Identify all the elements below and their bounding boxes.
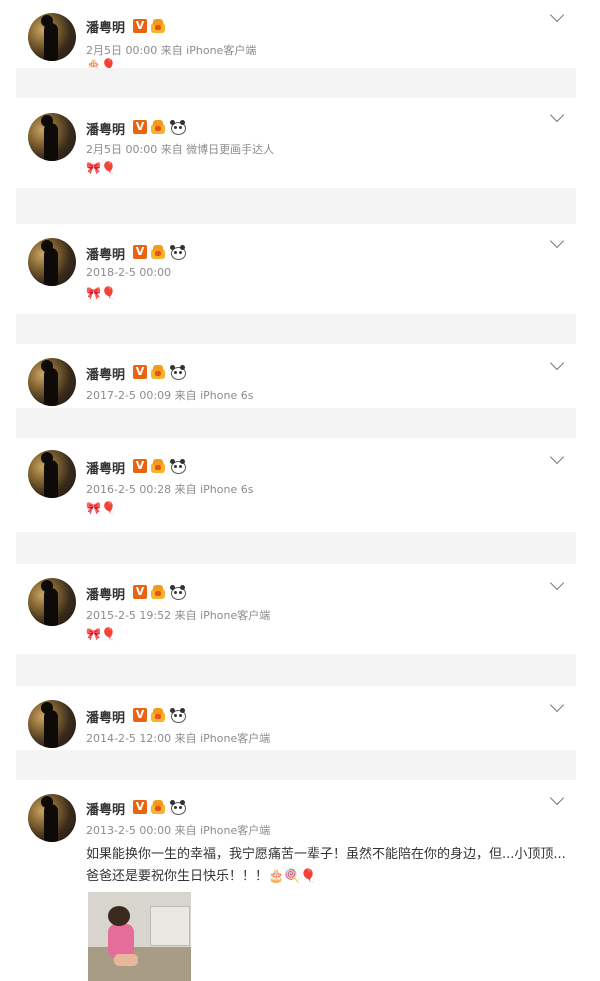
post: 潘粤明 V 2016-2-5 00:28 来自 iPhone 6s 🎀🎈 bbox=[0, 438, 600, 532]
panda-icon bbox=[169, 459, 186, 474]
crown-icon bbox=[150, 459, 166, 473]
avatar[interactable] bbox=[28, 358, 76, 406]
post-text: 如果能换你一生的幸福，我宁愿痛苦一辈子！虽然不能陪在你的身边，但...小顶顶..… bbox=[86, 847, 566, 884]
post-meta: 2月5日 00:00 来自 微博日更画手达人 bbox=[86, 143, 275, 156]
chevron-down-icon[interactable] bbox=[549, 233, 565, 249]
verified-icon: V bbox=[133, 245, 147, 259]
post: 潘粤明 V 2015-2-5 19:52 来自 iPhone客户端 🎀🎈 bbox=[0, 564, 600, 654]
crown-icon bbox=[150, 19, 166, 33]
post-text: 🎀🎈 bbox=[86, 286, 116, 300]
divider bbox=[16, 750, 576, 780]
user-name[interactable]: 潘粤明 bbox=[86, 799, 125, 818]
chevron-down-icon[interactable] bbox=[549, 107, 565, 123]
avatar[interactable] bbox=[28, 794, 76, 842]
user-name[interactable]: 潘粤明 bbox=[86, 707, 125, 726]
post-text: 🎂🎈 bbox=[86, 58, 116, 68]
avatar[interactable] bbox=[28, 13, 76, 61]
avatar[interactable] bbox=[28, 700, 76, 748]
divider bbox=[16, 314, 576, 344]
user-name[interactable]: 潘粤明 bbox=[86, 458, 125, 477]
post-text: 🎀🎈 bbox=[86, 161, 116, 175]
avatar[interactable] bbox=[28, 238, 76, 286]
divider bbox=[16, 408, 576, 438]
verified-icon: V bbox=[133, 708, 147, 722]
user-name[interactable]: 潘粤明 bbox=[86, 364, 125, 383]
chevron-down-icon[interactable] bbox=[549, 449, 565, 465]
post-meta: 2014-2-5 12:00 来自 iPhone客户端 bbox=[86, 732, 271, 745]
avatar[interactable] bbox=[28, 578, 76, 626]
chevron-down-icon[interactable] bbox=[549, 7, 565, 23]
verified-icon: V bbox=[133, 19, 147, 33]
divider bbox=[16, 68, 576, 98]
user-name[interactable]: 潘粤明 bbox=[86, 119, 125, 138]
post-text: 🎀🎈 bbox=[86, 501, 116, 515]
chevron-down-icon[interactable] bbox=[549, 355, 565, 371]
verified-icon: V bbox=[133, 365, 147, 379]
panda-icon bbox=[169, 800, 186, 815]
avatar[interactable] bbox=[28, 113, 76, 161]
divider bbox=[16, 654, 576, 686]
post-meta: 2017-2-5 00:09 来自 iPhone 6s bbox=[86, 389, 254, 402]
crown-icon bbox=[150, 120, 166, 134]
post: 潘粤明 V 2018-2-5 00:00 🎀🎈 bbox=[0, 224, 600, 314]
chevron-down-icon[interactable] bbox=[549, 790, 565, 806]
panda-icon bbox=[169, 245, 186, 260]
post-meta: 2018-2-5 00:00 bbox=[86, 266, 172, 279]
post: 潘粤明 V 2月5日 00:00 来自 iPhone客户端 🎂🎈 bbox=[0, 0, 600, 68]
panda-icon bbox=[169, 120, 186, 135]
crown-icon bbox=[150, 245, 166, 259]
chevron-down-icon[interactable] bbox=[549, 697, 565, 713]
verified-icon: V bbox=[133, 800, 147, 814]
panda-icon bbox=[169, 585, 186, 600]
user-name[interactable]: 潘粤明 bbox=[86, 244, 125, 263]
post-meta: 2015-2-5 19:52 来自 iPhone客户端 bbox=[86, 609, 271, 622]
user-name[interactable]: 潘粤明 bbox=[86, 17, 125, 36]
crown-icon bbox=[150, 800, 166, 814]
user-name[interactable]: 潘粤明 bbox=[86, 584, 125, 603]
panda-icon bbox=[169, 365, 186, 380]
post-photo[interactable] bbox=[88, 892, 191, 981]
crown-icon bbox=[150, 585, 166, 599]
post-meta: 2013-2-5 00:00 来自 iPhone客户端 bbox=[86, 824, 271, 837]
chevron-down-icon[interactable] bbox=[549, 575, 565, 591]
post-meta: 2016-2-5 00:28 来自 iPhone 6s bbox=[86, 483, 254, 496]
avatar[interactable] bbox=[28, 450, 76, 498]
post: 潘粤明 V 2月5日 00:00 来自 微博日更画手达人 🎀🎈 bbox=[0, 98, 600, 188]
divider bbox=[16, 532, 576, 564]
verified-icon: V bbox=[133, 459, 147, 473]
divider bbox=[16, 188, 576, 224]
post-meta: 2月5日 00:00 来自 iPhone客户端 bbox=[86, 44, 257, 57]
panda-icon bbox=[169, 708, 186, 723]
crown-icon bbox=[150, 708, 166, 722]
verified-icon: V bbox=[133, 585, 147, 599]
post: 潘粤明 V 2014-2-5 12:00 来自 iPhone客户端 bbox=[0, 686, 600, 750]
crown-icon bbox=[150, 365, 166, 379]
verified-icon: V bbox=[133, 120, 147, 134]
post-text: 🎀🎈 bbox=[86, 627, 116, 641]
